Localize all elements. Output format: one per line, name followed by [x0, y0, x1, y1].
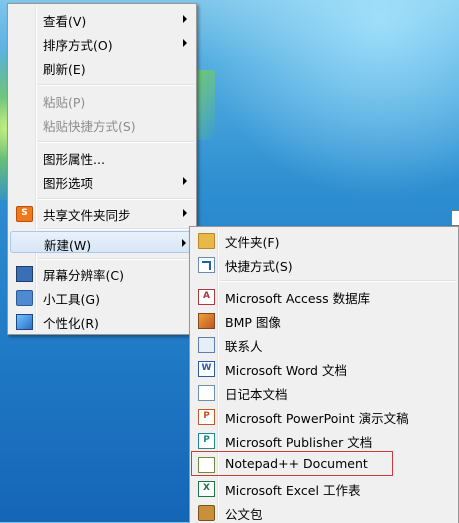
menu-item-screen-resolution[interactable]: 屏幕分辨率(C): [10, 262, 194, 284]
menu-item-label: 粘贴快捷方式(S): [43, 119, 136, 134]
offscreen-window-edge: [451, 210, 459, 226]
menu-separator: [220, 280, 456, 282]
publisher-icon: P: [198, 433, 215, 449]
menu-item-label: 图形选项: [43, 176, 94, 191]
menu-separator: [38, 141, 194, 143]
new-item-publisher[interactable]: P Microsoft Publisher 文档: [192, 429, 456, 451]
new-item-word-document[interactable]: W Microsoft Word 文档: [192, 357, 456, 379]
menu-item-label: 联系人: [225, 339, 263, 354]
briefcase-icon: [198, 505, 215, 521]
menu-item-label: 粘贴(P): [43, 95, 86, 110]
menu-item-gadgets[interactable]: 小工具(G): [10, 286, 194, 308]
new-submenu: 文件夹(F) 快捷方式(S) A Microsoft Access 数据库 BM…: [189, 226, 459, 523]
excel-icon: X: [198, 481, 215, 497]
menu-item-paste-shortcut[interactable]: 粘贴快捷方式(S): [10, 113, 194, 135]
desktop-wallpaper-light: [196, 0, 459, 200]
menu-item-paste[interactable]: 粘贴(P): [10, 89, 194, 111]
menu-item-label: Microsoft Publisher 文档: [225, 435, 373, 450]
menu-item-label: 屏幕分辨率(C): [43, 268, 124, 283]
new-item-access-database[interactable]: A Microsoft Access 数据库: [192, 285, 456, 307]
menu-item-label: 快捷方式(S): [225, 259, 293, 274]
menu-item-personalize[interactable]: 个性化(R): [10, 310, 194, 332]
menu-item-graphics-options[interactable]: 图形选项: [10, 170, 194, 192]
menu-item-label: 排序方式(O): [43, 38, 113, 53]
menu-item-label: 个性化(R): [43, 316, 99, 331]
submenu-arrow-icon: [183, 15, 187, 23]
desktop-context-menu: 查看(V) 排序方式(O) 刷新(E) 粘贴(P) 粘贴快捷方式(S) 图形属性…: [7, 3, 197, 335]
gadgets-icon: [16, 290, 33, 306]
highlight-box: [191, 451, 393, 476]
word-icon: W: [198, 361, 215, 377]
folder-icon: [198, 233, 215, 249]
personalize-icon: [16, 314, 33, 330]
menu-item-label: 新建(W): [44, 238, 92, 253]
submenu-arrow-icon: [183, 39, 187, 47]
menu-item-label: 图形属性...: [43, 152, 105, 167]
new-item-powerpoint[interactable]: P Microsoft PowerPoint 演示文稿: [192, 405, 456, 427]
new-item-folder[interactable]: 文件夹(F): [192, 229, 456, 251]
menu-item-label: 日记本文档: [225, 387, 288, 402]
menu-item-label: 查看(V): [43, 14, 87, 29]
screen-resolution-icon: [16, 266, 33, 282]
new-item-shortcut[interactable]: 快捷方式(S): [192, 253, 456, 275]
menu-item-label: Microsoft PowerPoint 演示文稿: [225, 411, 409, 426]
submenu-arrow-icon: [182, 239, 186, 247]
new-item-journal-document[interactable]: 日记本文档: [192, 381, 456, 403]
menu-item-refresh[interactable]: 刷新(E): [10, 56, 194, 78]
menu-item-label: Microsoft Excel 工作表: [225, 483, 361, 498]
menu-item-sort-by[interactable]: 排序方式(O): [10, 32, 194, 54]
submenu-arrow-icon: [183, 209, 187, 217]
access-icon: A: [198, 289, 215, 305]
new-item-briefcase[interactable]: 公文包: [192, 501, 456, 523]
menu-separator: [38, 258, 194, 260]
menu-item-label: 刷新(E): [43, 62, 86, 77]
menu-separator: [38, 228, 194, 230]
new-item-bmp-image[interactable]: BMP 图像: [192, 309, 456, 331]
menu-item-shared-folder-sync[interactable]: S 共享文件夹同步: [10, 202, 194, 224]
submenu-arrow-icon: [183, 177, 187, 185]
menu-item-label: 文件夹(F): [225, 235, 280, 250]
shortcut-icon: [198, 257, 215, 273]
menu-item-graphics-properties[interactable]: 图形属性...: [10, 146, 194, 168]
shared-sync-icon: S: [16, 206, 33, 222]
powerpoint-icon: P: [198, 409, 215, 425]
menu-item-view[interactable]: 查看(V): [10, 8, 194, 30]
menu-separator: [38, 198, 194, 200]
contact-icon: [198, 337, 215, 353]
new-item-contact[interactable]: 联系人: [192, 333, 456, 355]
new-item-excel-worksheet[interactable]: X Microsoft Excel 工作表: [192, 477, 456, 499]
menu-item-label: BMP 图像: [225, 315, 281, 330]
menu-item-label: Microsoft Access 数据库: [225, 291, 371, 306]
menu-item-label: Microsoft Word 文档: [225, 363, 347, 378]
bmp-icon: [198, 313, 215, 329]
menu-item-label: 共享文件夹同步: [43, 208, 131, 223]
menu-item-label: 公文包: [225, 507, 263, 522]
menu-item-label: 小工具(G): [43, 292, 100, 307]
menu-separator: [38, 84, 194, 86]
journal-icon: [198, 385, 215, 401]
menu-item-new[interactable]: 新建(W): [10, 231, 194, 253]
